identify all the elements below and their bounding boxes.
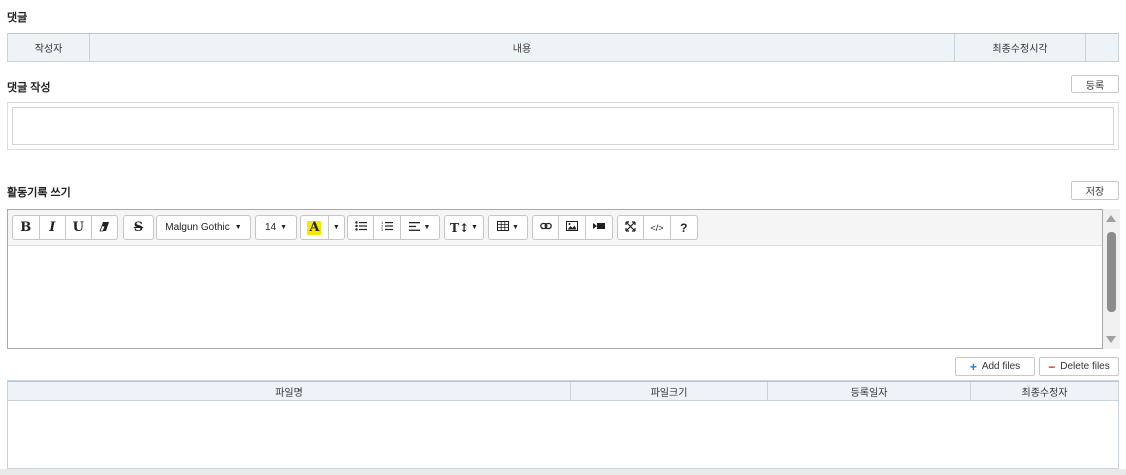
scroll-thumb[interactable] <box>1107 232 1116 312</box>
line-height-dropdown[interactable]: T↕ ▼ <box>445 216 483 239</box>
font-size-group: 14 ▼ <box>255 215 297 240</box>
plus-icon: + <box>969 359 977 374</box>
image-icon <box>566 221 579 234</box>
font-size-value: 14 <box>264 222 277 233</box>
line-height-group: T↕ ▼ <box>444 215 484 240</box>
file-table-header: 파일명 파일크기 등록일자 최종수정자 <box>8 381 1118 401</box>
editor-content-area[interactable] <box>8 246 1102 348</box>
add-files-button[interactable]: + Add files <box>955 357 1035 376</box>
editor-scrollbar[interactable] <box>1103 209 1120 349</box>
comment-input-wrapper <box>7 102 1119 150</box>
italic-button[interactable]: I <box>40 216 66 239</box>
delete-files-button[interactable]: − Delete files <box>1039 357 1119 376</box>
scroll-down-icon[interactable] <box>1106 336 1116 343</box>
font-color-button[interactable]: A <box>301 216 329 239</box>
file-table-body[interactable] <box>8 401 1118 468</box>
column-last-modifier[interactable]: 최종수정자 <box>971 382 1118 400</box>
text-height-icon: T↕ <box>450 220 470 235</box>
editor-toolbar: B I U S Malgun Gothic ▼ 14 ▼ A ▼ 1 2 3 ▼… <box>8 210 1102 246</box>
view-group: </> ? <box>617 215 698 240</box>
caret-down-icon: ▼ <box>512 224 519 231</box>
bullet-list-icon <box>355 221 367 234</box>
column-author[interactable]: 작성자 <box>8 34 90 61</box>
column-actions <box>1086 34 1118 61</box>
column-file-name[interactable]: 파일명 <box>8 382 571 400</box>
help-icon: ? <box>680 220 688 235</box>
eraser-button[interactable] <box>92 216 117 239</box>
caret-down-icon: ▼ <box>423 224 431 231</box>
numbered-list-icon: 123 <box>381 221 394 234</box>
caret-down-icon: ▼ <box>234 224 242 231</box>
color-group: A ▼ <box>300 215 345 240</box>
register-button[interactable]: 등록 <box>1071 75 1119 93</box>
file-table: 파일명 파일크기 등록일자 최종수정자 <box>7 380 1119 469</box>
video-button[interactable] <box>586 216 612 239</box>
minus-icon: − <box>1048 359 1056 374</box>
image-button[interactable] <box>559 216 586 239</box>
code-icon: </> <box>650 222 664 233</box>
bold-button[interactable]: B <box>13 216 40 239</box>
rich-text-editor: B I U S Malgun Gothic ▼ 14 ▼ A ▼ 1 2 3 ▼… <box>7 209 1103 349</box>
font-style-group: B I U <box>12 215 118 240</box>
underline-button[interactable]: U <box>66 216 92 239</box>
column-modified-time[interactable]: 최종수정시각 <box>955 34 1086 61</box>
column-content[interactable]: 내용 <box>90 34 955 61</box>
link-icon <box>539 222 552 233</box>
insert-group <box>532 215 613 240</box>
table-group: ▼ <box>488 215 528 240</box>
bottom-scroll-strip <box>0 469 1126 475</box>
font-name-dropdown[interactable]: Malgun Gothic ▼ <box>157 216 250 239</box>
font-color-icon: A <box>307 219 322 235</box>
fullscreen-button[interactable] <box>618 216 645 239</box>
comments-table-header: 작성자 내용 최종수정시각 <box>7 33 1119 62</box>
caret-down-icon: ▼ <box>332 224 340 231</box>
table-dropdown[interactable]: ▼ <box>489 216 527 239</box>
save-button[interactable]: 저장 <box>1071 181 1119 200</box>
fullscreen-icon <box>625 220 636 235</box>
add-files-label: Add files <box>981 361 1021 372</box>
video-icon <box>592 222 605 233</box>
font-size-dropdown[interactable]: 14 ▼ <box>256 216 296 239</box>
comments-title: 댓글 <box>7 12 28 24</box>
unordered-list-button[interactable] <box>348 216 375 239</box>
comment-write-title: 댓글 작성 <box>7 82 51 94</box>
paragraph-group: 123 ▼ <box>347 215 440 240</box>
font-name-value: Malgun Gothic <box>165 222 230 233</box>
font-name-group: Malgun Gothic ▼ <box>156 215 251 240</box>
help-button[interactable]: ? <box>671 216 697 239</box>
ordered-list-button[interactable]: 123 <box>374 216 401 239</box>
column-file-size[interactable]: 파일크기 <box>571 382 768 400</box>
column-register-date[interactable]: 등록일자 <box>768 382 971 400</box>
eraser-icon <box>99 221 110 235</box>
link-button[interactable] <box>533 216 560 239</box>
table-icon <box>497 221 510 234</box>
svg-text:3: 3 <box>381 228 383 231</box>
align-dropdown[interactable]: ▼ <box>401 216 439 239</box>
caret-down-icon: ▼ <box>471 224 478 231</box>
strike-group: S <box>123 215 154 240</box>
code-view-button[interactable]: </> <box>644 216 671 239</box>
comment-input[interactable] <box>12 107 1114 145</box>
strikethrough-button[interactable]: S <box>124 216 153 239</box>
activity-title: 활동기록 쓰기 <box>7 187 71 199</box>
align-left-icon <box>409 221 421 234</box>
color-dropdown-button[interactable]: ▼ <box>329 216 344 239</box>
scroll-up-icon[interactable] <box>1106 215 1116 222</box>
delete-files-label: Delete files <box>1060 361 1110 372</box>
caret-down-icon: ▼ <box>280 224 288 231</box>
